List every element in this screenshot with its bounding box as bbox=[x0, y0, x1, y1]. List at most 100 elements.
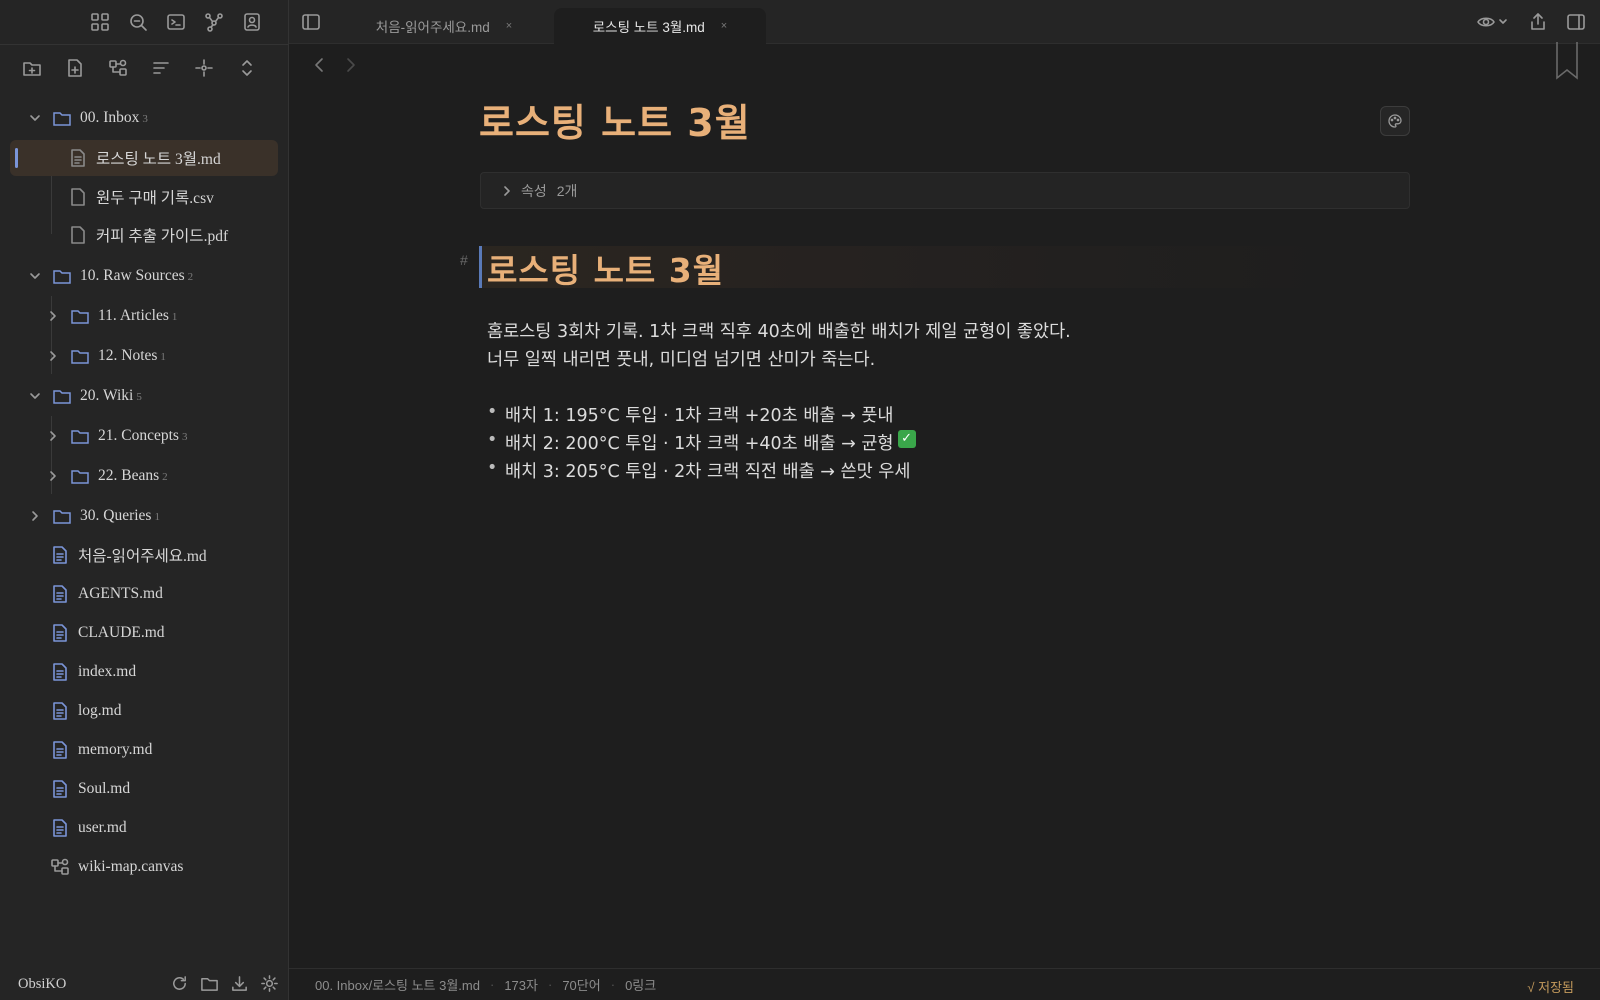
page-title[interactable]: 로스팅 노트 3월 bbox=[479, 92, 751, 147]
tree-label: memory.md bbox=[78, 741, 153, 758]
chevron-down-icon[interactable] bbox=[28, 111, 42, 125]
tree-file-agents[interactable]: AGENTS.md bbox=[10, 576, 278, 612]
tree-folder-concepts[interactable]: 21. Concepts 3 bbox=[10, 418, 278, 454]
list-item-text: 배치 2: 200°C 투입 · 1차 크랙 +40초 배출 → 균형 bbox=[505, 434, 894, 454]
file-icon bbox=[71, 188, 85, 206]
item-count: 3 bbox=[142, 113, 148, 125]
status-path[interactable]: 00. Inbox/로스팅 노트 3월.md bbox=[315, 975, 480, 994]
collapse-icon[interactable] bbox=[237, 56, 257, 80]
item-count: 2 bbox=[187, 271, 194, 283]
eye-icon[interactable] bbox=[1476, 12, 1510, 32]
tree-file-log[interactable]: log.md bbox=[10, 693, 278, 729]
list-item[interactable]: • 배치 3: 205°C 투입 · 2차 크랙 직전 배출 → 쓴맛 우세 bbox=[487, 458, 910, 483]
new-note-icon[interactable] bbox=[65, 56, 85, 80]
tree-file-user[interactable]: user.md bbox=[10, 810, 278, 846]
chevron-right-icon[interactable] bbox=[46, 309, 60, 323]
share-icon[interactable] bbox=[1528, 12, 1548, 32]
chevron-down-icon[interactable] bbox=[28, 389, 42, 403]
paragraph-line[interactable]: 너무 일찍 내리면 풋내, 미디엄 넘기면 산미가 죽는다. bbox=[487, 346, 875, 371]
canvas-icon[interactable] bbox=[108, 56, 128, 80]
item-count: 1 bbox=[154, 511, 160, 523]
active-file-marker bbox=[15, 148, 18, 168]
tree-file-claude[interactable]: CLAUDE.md bbox=[10, 615, 278, 651]
folder-icon bbox=[53, 112, 71, 126]
heading-1[interactable]: 로스팅 노트 3월 bbox=[487, 244, 724, 292]
tree-folder-beans[interactable]: 22. Beans 2 bbox=[10, 458, 278, 494]
properties-panel[interactable]: 속성 2개 bbox=[480, 172, 1410, 209]
chevron-right-icon[interactable] bbox=[28, 509, 42, 523]
list-item[interactable]: • 배치 2: 200°C 투입 · 1차 크랙 +40초 배출 → 균형 ✓ bbox=[487, 430, 916, 455]
tree-label: user.md bbox=[78, 819, 127, 836]
locate-icon[interactable] bbox=[194, 56, 214, 80]
close-icon[interactable]: × bbox=[506, 20, 512, 32]
tree-label: 10. Raw Sources bbox=[80, 267, 185, 284]
status-separator: · bbox=[610, 977, 616, 992]
bookmark-icon[interactable] bbox=[1554, 42, 1580, 80]
palette-icon[interactable] bbox=[1380, 106, 1410, 136]
item-count: 3 bbox=[181, 431, 188, 443]
chevron-right-icon[interactable] bbox=[46, 349, 60, 363]
tab-roasting-notes[interactable]: 로스팅 노트 3월.md × bbox=[554, 8, 766, 44]
grid-icon[interactable] bbox=[88, 10, 112, 34]
tree-label: AGENTS.md bbox=[78, 585, 163, 602]
folder-icon bbox=[53, 510, 71, 524]
tree-folder-raw-sources[interactable]: 10. Raw Sources 2 bbox=[10, 258, 278, 294]
file-icon bbox=[53, 546, 67, 564]
file-sidebar: 00. Inbox 3 로스팅 노트 3월.md 원두 구매 기록.csv 커피… bbox=[0, 0, 289, 1000]
folder-icon[interactable] bbox=[200, 974, 219, 993]
tree-file-memory[interactable]: memory.md bbox=[10, 732, 278, 768]
list-item-text: 배치 1: 195°C 투입 · 1차 크랙 +20초 배출 → 풋내 bbox=[505, 406, 894, 426]
tree-folder-inbox[interactable]: 00. Inbox 3 bbox=[10, 100, 278, 136]
folder-icon bbox=[53, 390, 71, 404]
tree-file-readme[interactable]: 처음-읽어주세요.md bbox=[10, 537, 278, 573]
tree-file-roasting-notes[interactable]: 로스팅 노트 3월.md bbox=[10, 140, 278, 176]
folder-icon bbox=[71, 470, 89, 484]
tree-label: 11. Articles bbox=[98, 307, 169, 324]
sidebar-footer: ObsiKO bbox=[0, 968, 289, 1000]
tree-folder-articles[interactable]: 11. Articles 1 bbox=[10, 298, 278, 334]
tree-folder-wiki[interactable]: 20. Wiki 5 bbox=[10, 378, 278, 414]
forward-icon[interactable] bbox=[341, 56, 359, 74]
folder-icon bbox=[53, 270, 71, 284]
terminal-icon[interactable] bbox=[164, 10, 188, 34]
sidebar-toggle-icon[interactable] bbox=[301, 12, 321, 32]
folder-icon bbox=[71, 430, 89, 444]
tree-label: 20. Wiki bbox=[80, 387, 134, 404]
tree-file-extraction-guide[interactable]: 커피 추출 가이드.pdf bbox=[10, 217, 278, 253]
gear-icon[interactable] bbox=[260, 974, 279, 993]
chevron-right-icon[interactable] bbox=[46, 429, 60, 443]
graph-icon[interactable] bbox=[202, 10, 226, 34]
search-icon[interactable] bbox=[126, 10, 150, 34]
chevron-right-icon[interactable] bbox=[46, 469, 60, 483]
tree-file-wiki-map[interactable]: wiki-map.canvas bbox=[10, 849, 278, 885]
tree-file-soul[interactable]: Soul.md bbox=[10, 771, 278, 807]
tree-label: 12. Notes bbox=[98, 347, 158, 364]
file-icon bbox=[53, 780, 67, 798]
tree-file-index[interactable]: index.md bbox=[10, 654, 278, 690]
tree-label: 30. Queries bbox=[80, 507, 152, 524]
vault-name[interactable]: ObsiKO bbox=[18, 976, 66, 993]
tab-label: 로스팅 노트 3월.md bbox=[592, 20, 705, 35]
layout-icon[interactable] bbox=[1566, 12, 1586, 32]
item-count: 2 bbox=[162, 471, 168, 483]
contact-icon[interactable] bbox=[240, 10, 264, 34]
status-char-count: 173자 bbox=[504, 978, 538, 993]
download-icon[interactable] bbox=[230, 974, 249, 993]
back-icon[interactable] bbox=[311, 56, 329, 74]
tab-readme[interactable]: 처음-읽어주세요.md × bbox=[349, 8, 539, 44]
file-icon bbox=[53, 741, 67, 759]
chevron-down-icon[interactable] bbox=[28, 269, 42, 283]
tree-label: log.md bbox=[78, 702, 122, 719]
tree-folder-notes[interactable]: 12. Notes 1 bbox=[10, 338, 278, 374]
check-mark-icon: ✓ bbox=[897, 430, 916, 448]
tree-label: 00. Inbox bbox=[80, 109, 140, 126]
chevron-right-icon[interactable] bbox=[501, 185, 513, 197]
refresh-icon[interactable] bbox=[170, 974, 189, 993]
sort-icon[interactable] bbox=[151, 56, 171, 80]
paragraph-line[interactable]: 홈로스팅 3회차 기록. 1차 크랙 직후 40초에 배출한 배치가 제일 균형… bbox=[487, 318, 1071, 343]
list-item[interactable]: • 배치 1: 195°C 투입 · 1차 크랙 +20초 배출 → 풋내 bbox=[487, 402, 894, 427]
new-folder-icon[interactable] bbox=[22, 56, 42, 80]
tree-file-bean-purchase[interactable]: 원두 구매 기록.csv bbox=[10, 179, 278, 215]
close-icon[interactable]: × bbox=[721, 20, 727, 32]
tree-folder-queries[interactable]: 30. Queries 1 bbox=[10, 498, 278, 534]
